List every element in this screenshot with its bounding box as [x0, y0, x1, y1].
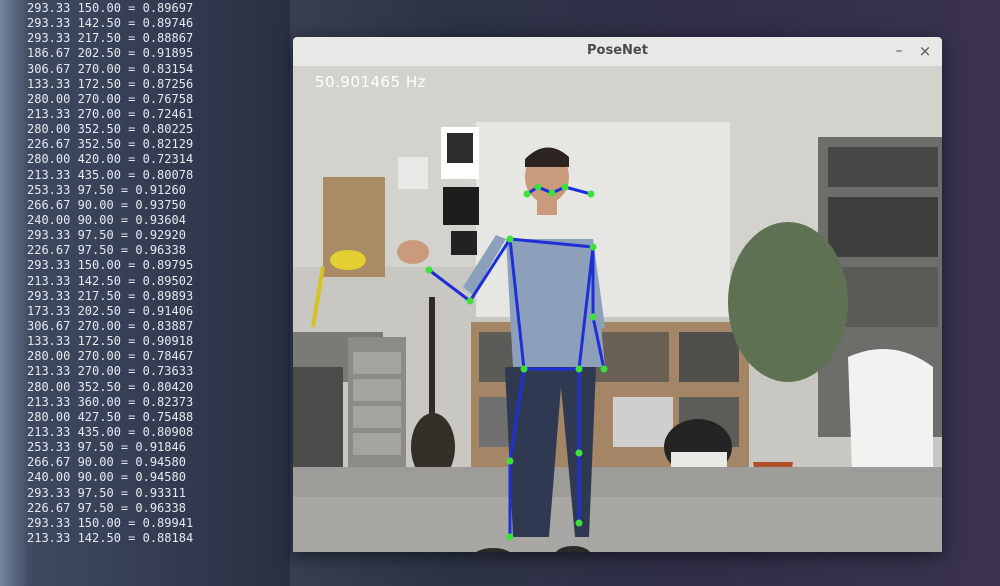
- terminal-line: 213.33 142.50 = 0.89502: [27, 273, 194, 288]
- keypoint: [575, 519, 583, 527]
- window-titlebar[interactable]: PoseNet – ×: [293, 37, 942, 67]
- keypoint: [600, 365, 608, 373]
- fps-readout: 50.901465 Hz: [315, 73, 427, 91]
- window-title: PoseNet: [587, 43, 648, 58]
- terminal-line: 173.33 202.50 = 0.91406: [27, 303, 194, 318]
- keypoint: [425, 266, 433, 274]
- keypoint: [506, 457, 514, 465]
- terminal-line: 240.00 90.00 = 0.94580: [27, 470, 186, 485]
- camera-feed: [293, 67, 942, 552]
- terminal-line: 280.00 270.00 = 0.76758: [27, 91, 194, 106]
- terminal-line: 266.67 90.00 = 0.94580: [27, 455, 186, 470]
- terminal-line: 253.33 97.50 = 0.91846: [27, 440, 186, 455]
- terminal-line: 293.33 150.00 = 0.89795: [27, 258, 194, 273]
- minimize-icon[interactable]: –: [891, 41, 907, 61]
- keypoint: [561, 183, 569, 191]
- terminal-line: 293.33 150.00 = 0.89697: [27, 1, 194, 15]
- keypoint: [466, 297, 474, 305]
- keypoint: [589, 243, 597, 251]
- terminal-line: 280.00 352.50 = 0.80420: [27, 379, 194, 394]
- terminal-line: 240.00 90.00 = 0.93604: [27, 212, 186, 227]
- keypoint: [520, 365, 528, 373]
- terminal-panel[interactable]: 293.33 150.00 = 0.89697 293.33 142.50 = 0…: [0, 0, 290, 586]
- terminal-line: 253.33 97.50 = 0.91260: [27, 182, 186, 197]
- terminal-line: 266.67 90.00 = 0.93750: [27, 197, 186, 212]
- keypoint: [506, 533, 514, 541]
- keypoint: [575, 449, 583, 457]
- terminal-line: 293.33 217.50 = 0.89893: [27, 288, 194, 303]
- keypoint: [506, 235, 514, 243]
- terminal-line: 186.67 202.50 = 0.91895: [27, 46, 194, 61]
- terminal-output: 293.33 150.00 = 0.89697 293.33 142.50 = 0…: [27, 1, 193, 546]
- terminal-line: 280.00 270.00 = 0.78467: [27, 349, 194, 364]
- terminal-line: 306.67 270.00 = 0.83154: [27, 61, 194, 76]
- posenet-window[interactable]: PoseNet – × 50.901465 Hz: [293, 37, 942, 552]
- keypoint: [534, 183, 542, 191]
- keypoint: [523, 190, 531, 198]
- terminal-line: 213.33 435.00 = 0.80078: [27, 167, 194, 182]
- terminal-line: 293.33 150.00 = 0.89941: [27, 515, 194, 530]
- terminal-line: 280.00 420.00 = 0.72314: [27, 152, 194, 167]
- terminal-line: 226.67 97.50 = 0.96338: [27, 500, 186, 515]
- terminal-line: 133.33 172.50 = 0.90918: [27, 334, 194, 349]
- terminal-line: 293.33 97.50 = 0.92920: [27, 228, 186, 243]
- terminal-line: 213.33 142.50 = 0.88184: [27, 530, 194, 545]
- terminal-line: 213.33 270.00 = 0.72461: [27, 106, 194, 121]
- terminal-line: 293.33 142.50 = 0.89746: [27, 16, 194, 31]
- close-icon[interactable]: ×: [917, 41, 933, 61]
- terminal-line: 226.67 352.50 = 0.82129: [27, 137, 194, 152]
- terminal-line: 280.00 427.50 = 0.75488: [27, 409, 194, 424]
- terminal-line: 280.00 352.50 = 0.80225: [27, 122, 194, 137]
- terminal-line: 213.33 435.00 = 0.80908: [27, 424, 194, 439]
- terminal-line: 133.33 172.50 = 0.87256: [27, 76, 194, 91]
- terminal-line: 293.33 97.50 = 0.93311: [27, 485, 186, 500]
- terminal-line: 213.33 270.00 = 0.73633: [27, 364, 194, 379]
- terminal-line: 293.33 217.50 = 0.88867: [27, 31, 194, 46]
- keypoint: [587, 190, 595, 198]
- keypoint: [575, 365, 583, 373]
- terminal-line: 306.67 270.00 = 0.83887: [27, 318, 194, 333]
- terminal-line: 213.33 360.00 = 0.82373: [27, 394, 194, 409]
- terminal-line: 226.67 97.50 = 0.96338: [27, 243, 186, 258]
- keypoint: [548, 189, 556, 197]
- keypoint: [589, 313, 597, 321]
